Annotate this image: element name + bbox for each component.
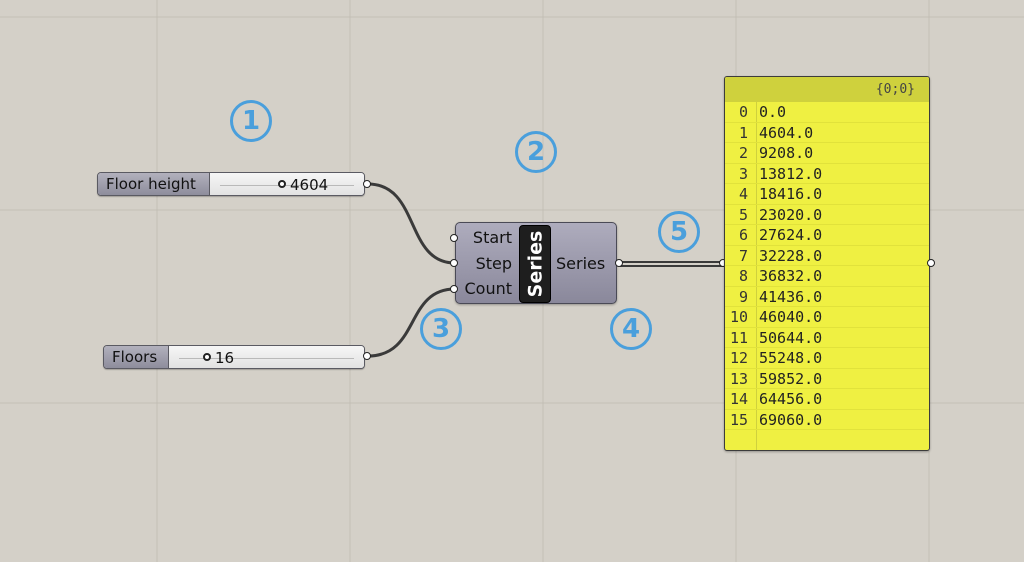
list-item: 2 9208.0 [725,143,929,164]
series-component[interactable]: Start Step Count Series Series [455,222,617,304]
list-item: 3 13812.0 [725,164,929,184]
list-item: 11 50644.0 [725,328,929,348]
list-item-value: 55248.0 [759,349,823,367]
list-item: 0 0.0 [725,102,929,123]
floor-height-value: 4604 [290,176,329,194]
panel-output-grip[interactable] [927,259,935,267]
list-item-value: 69060.0 [759,410,823,429]
list-item: 7 32228.0 [725,246,929,266]
list-item-index: 2 [738,144,748,162]
list-item-value: 27624.0 [759,226,823,244]
floor-height-output-grip[interactable] [363,180,371,188]
floors-slider[interactable]: Floors 16 [103,345,365,369]
list-item-index: 3 [738,164,748,183]
list-item-index: 10 [729,308,748,326]
badge-5: 5 [658,211,700,253]
list-item-value: 0.0 [759,103,787,121]
output-series-grip[interactable] [615,259,623,267]
input-step-label: Step [475,254,512,273]
list-item: 13 59852.0 [725,369,929,389]
list-item: 15 69060.0 [725,410,929,430]
list-item-index: 15 [729,410,748,429]
input-start-grip[interactable] [450,234,458,242]
floors-track[interactable]: 16 [169,346,364,368]
list-item: 14 64456.0 [725,389,929,410]
list-item: 9 41436.0 [725,287,929,307]
list-item-index: 4 [738,185,748,203]
badge-2: 2 [515,131,557,173]
input-step-grip[interactable] [450,259,458,267]
list-item: 12 55248.0 [725,348,929,369]
floor-height-slider[interactable]: Floor height 4604 [97,172,365,196]
input-start-label: Start [472,228,512,247]
list-item-index: 1 [738,123,748,142]
badge-3: 3 [420,308,462,350]
list-item: 8 36832.0 [725,266,929,287]
list-item-value: 59852.0 [759,369,823,388]
list-item-value: 46040.0 [759,308,823,326]
series-title: Series [519,225,551,303]
list-item-index: 8 [738,267,748,285]
floor-height-label: Floor height [98,173,210,195]
list-item-value: 32228.0 [759,246,823,265]
list-item-index: 0 [738,103,748,121]
floors-label: Floors [104,346,169,368]
list-item: 1 4604.0 [725,123,929,143]
badge-1: 1 [230,100,272,142]
list-item-index: 13 [729,369,748,388]
floors-output-grip[interactable] [363,352,371,360]
list-item: 6 27624.0 [725,225,929,246]
list-item-value: 9208.0 [759,144,814,162]
list-item-index: 7 [738,246,748,265]
output-series-label: Series [556,254,606,273]
input-count-label: Count [464,279,512,298]
list-item-value: 64456.0 [759,390,823,408]
floor-height-track[interactable]: 4604 [210,173,364,195]
badge-4: 4 [610,308,652,350]
list-item-value: 23020.0 [759,205,823,224]
list-item: 4 18416.0 [725,184,929,205]
list-item-value: 50644.0 [759,328,823,347]
list-item-index: 5 [738,205,748,224]
list-item-value: 41436.0 [759,287,823,306]
list-item-value: 4604.0 [759,123,814,142]
panel-rows: 0 0.0 1 4604.0 2 9208.0 3 13812.0 4 18416.0 5 23020… [725,102,929,430]
list-item-index: 9 [738,287,748,306]
list-item-index: 14 [729,390,748,408]
list-item-index: 11 [729,328,748,347]
output-panel[interactable]: {0;0} 0 0.0 1 4604.0 2 9208.0 3 13812.0 4 18416.0… [724,76,930,451]
list-item-value: 13812.0 [759,164,823,183]
wire-floor-height-to-step [367,182,456,265]
floors-knob[interactable] [203,353,211,361]
list-item: 5 23020.0 [725,205,929,225]
floors-value: 16 [215,349,235,367]
floor-height-knob[interactable] [278,180,286,188]
list-item-index: 6 [738,226,748,244]
list-item-value: 18416.0 [759,185,823,203]
input-count-grip[interactable] [450,285,458,293]
list-item-value: 36832.0 [759,267,823,285]
list-item: 10 46040.0 [725,307,929,328]
list-item-index: 12 [729,349,748,367]
